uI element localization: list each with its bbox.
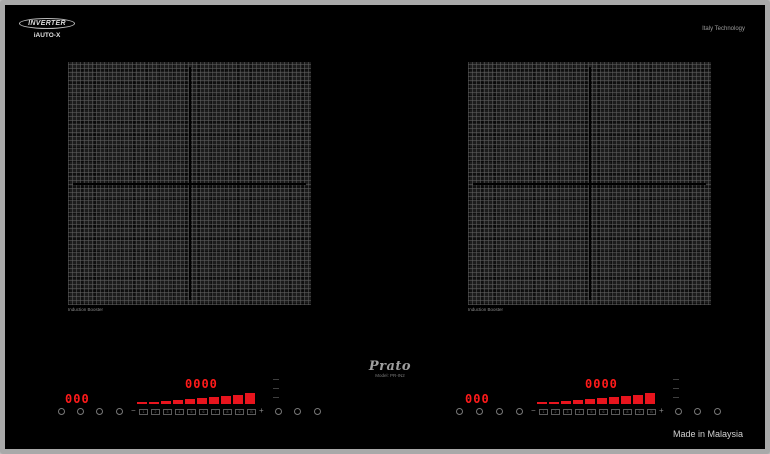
zone-label-left: Induction Booster: [68, 307, 104, 312]
level-key[interactable]: 9: [235, 409, 244, 415]
timer-display-left: 000: [65, 392, 90, 406]
level-key[interactable]: B: [247, 409, 256, 415]
timer-clock-button-right[interactable]: [714, 408, 721, 415]
power-bar: [621, 396, 631, 404]
timer-button-right[interactable]: [476, 408, 483, 415]
level-key[interactable]: 5: [587, 409, 596, 415]
made-in-label: Made in Malaysia: [672, 429, 743, 439]
level-key[interactable]: 4: [175, 409, 184, 415]
power-bar: [197, 398, 207, 404]
pause-button-right[interactable]: [516, 408, 523, 415]
power-bar: [137, 402, 147, 404]
power-bar: [549, 402, 559, 404]
warm-button-left[interactable]: [294, 408, 301, 415]
level-key[interactable]: 1: [539, 409, 548, 415]
tick: [273, 388, 279, 389]
zone-label-right: Induction Booster: [468, 307, 504, 312]
timer-display-right: 000: [465, 392, 490, 406]
inverter-badge: INVERTER: [19, 18, 75, 29]
plus-icon-left[interactable]: +: [259, 406, 264, 415]
boost-button-right[interactable]: [675, 408, 682, 415]
power-display-left: 0000: [185, 377, 218, 391]
level-key[interactable]: 1: [139, 409, 148, 415]
tick: [673, 397, 679, 398]
power-bar: [609, 397, 619, 404]
power-bar: [597, 398, 607, 404]
side-ticks-left: [273, 379, 281, 406]
lock-button-right[interactable]: [496, 408, 503, 415]
inverter-logo: INVERTER iAUTO-X: [19, 18, 75, 39]
side-ticks-right: [673, 379, 681, 406]
level-key[interactable]: 3: [563, 409, 572, 415]
level-key[interactable]: 2: [151, 409, 160, 415]
power-bar: [209, 397, 219, 404]
level-key[interactable]: 8: [623, 409, 632, 415]
level-key[interactable]: 3: [163, 409, 172, 415]
level-key[interactable]: 6: [599, 409, 608, 415]
induction-cooktop: INVERTER iAUTO-X Italy Technology Induct…: [0, 0, 770, 454]
power-level-bars-left: [137, 393, 257, 404]
power-bar: [561, 401, 571, 404]
power-bar: [173, 400, 183, 404]
power-bar: [585, 399, 595, 404]
level-key[interactable]: 9: [635, 409, 644, 415]
plus-icon-right[interactable]: +: [659, 406, 664, 415]
minus-icon-left[interactable]: −: [131, 406, 136, 415]
zone-cross-vertical: [589, 67, 591, 300]
power-bar: [221, 396, 231, 404]
power-bar: [245, 393, 255, 404]
power-bar: [161, 401, 171, 404]
iauto-label: iAUTO-X: [33, 32, 61, 39]
power-bar: [185, 399, 195, 404]
tick: [673, 388, 679, 389]
level-key[interactable]: 7: [611, 409, 620, 415]
power-bar: [149, 402, 159, 404]
power-bar: [645, 393, 655, 404]
power-button-right[interactable]: [456, 408, 463, 415]
power-level-bars-right: [537, 393, 657, 404]
pause-button-left[interactable]: [116, 408, 123, 415]
brand-name: Prato: [368, 359, 412, 374]
tick: [273, 397, 279, 398]
power-bar: [633, 395, 643, 404]
minus-icon-right[interactable]: −: [531, 406, 536, 415]
timer-clock-button-left[interactable]: [314, 408, 321, 415]
tick: [673, 379, 679, 380]
level-key[interactable]: 6: [199, 409, 208, 415]
level-key[interactable]: 8: [223, 409, 232, 415]
level-key[interactable]: 2: [551, 409, 560, 415]
lock-button-left[interactable]: [96, 408, 103, 415]
level-key[interactable]: B: [647, 409, 656, 415]
boost-button-left[interactable]: [275, 408, 282, 415]
power-bar: [233, 395, 243, 404]
cooking-zone-right[interactable]: [468, 62, 711, 305]
zone-cross-vertical: [189, 67, 191, 300]
power-display-right: 0000: [585, 377, 618, 391]
cooking-zone-left[interactable]: [68, 62, 311, 305]
level-key[interactable]: 4: [575, 409, 584, 415]
model-label: Model: PR-IN2: [375, 373, 405, 378]
power-bar: [573, 400, 583, 404]
tick: [273, 379, 279, 380]
brand-logo: Prato Model: PR-IN2: [345, 359, 435, 378]
italy-technology-label: Italy Technology: [702, 26, 745, 32]
warm-button-right[interactable]: [694, 408, 701, 415]
timer-button-left[interactable]: [77, 408, 84, 415]
level-key[interactable]: 5: [187, 409, 196, 415]
level-key[interactable]: 7: [211, 409, 220, 415]
power-bar: [537, 402, 547, 404]
power-button-left[interactable]: [58, 408, 65, 415]
